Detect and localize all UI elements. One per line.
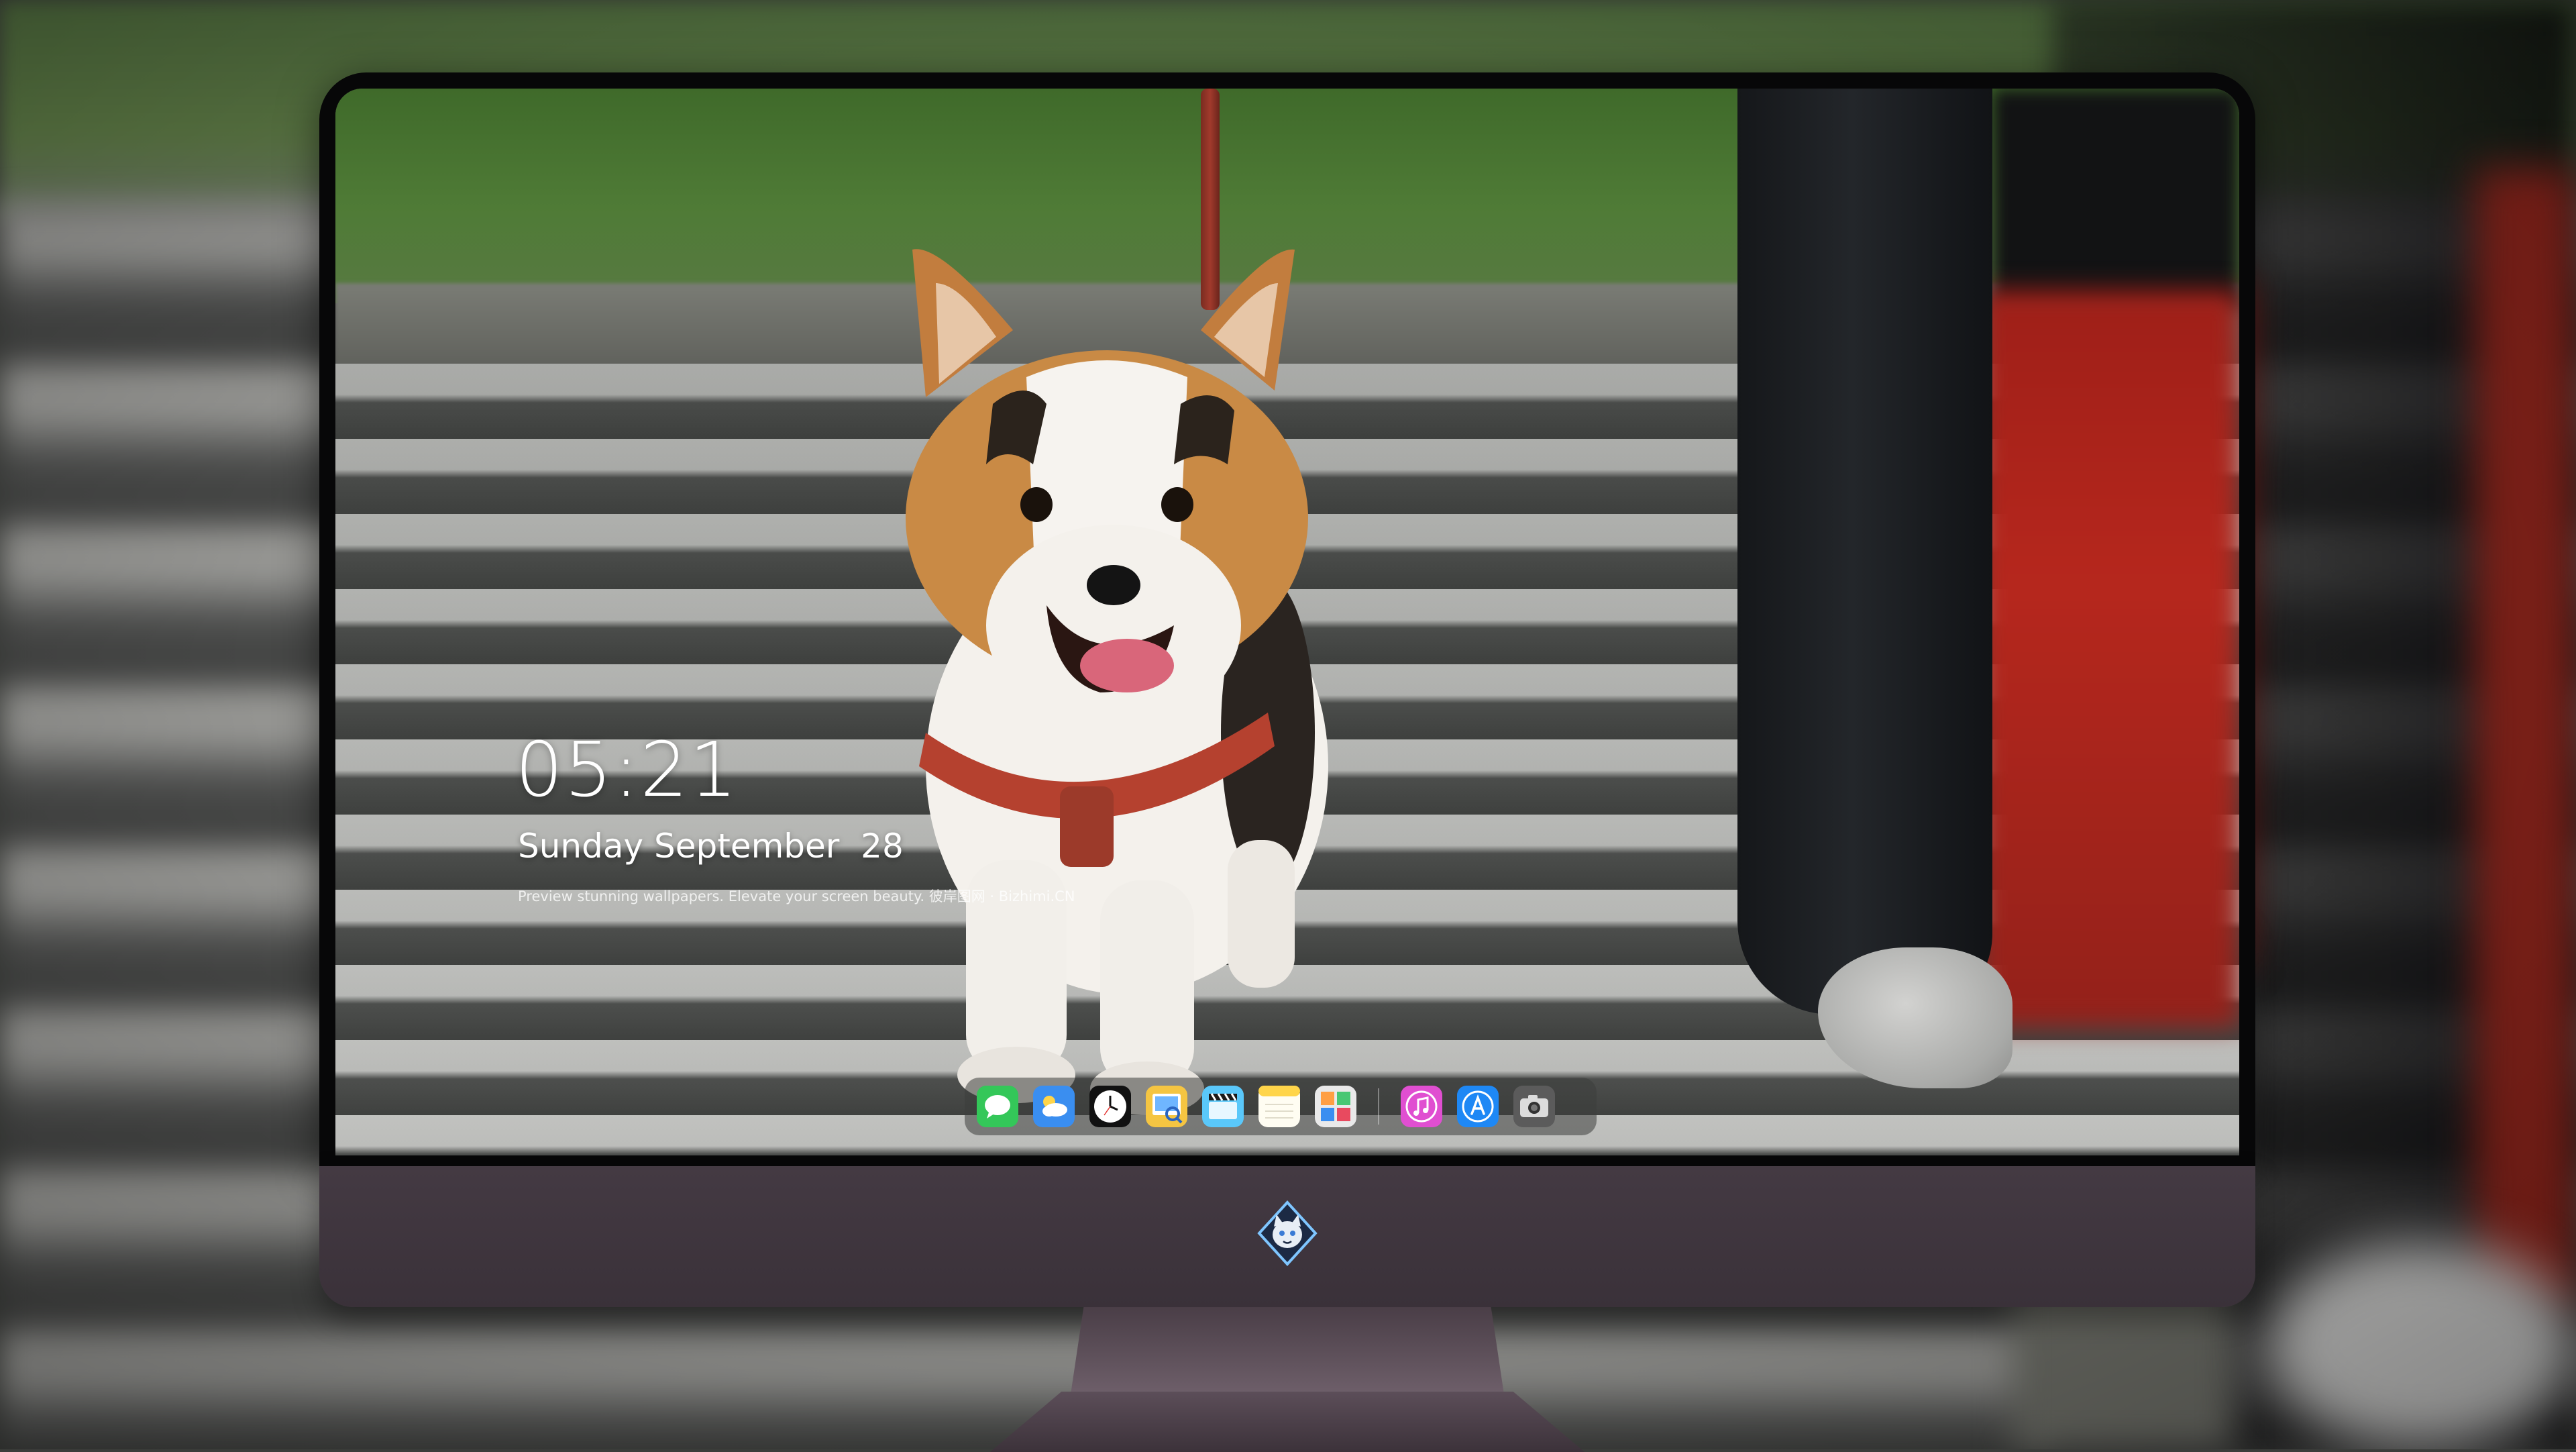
dock-app-photo-booth[interactable]	[1315, 1086, 1356, 1127]
screen: 05:21 Sunday September 28 Preview stunni…	[335, 89, 2239, 1155]
monitor-bezel: 05:21 Sunday September 28 Preview stunni…	[319, 72, 2255, 1166]
dock-divider	[1378, 1088, 1379, 1125]
photo-grid-icon	[1315, 1086, 1356, 1127]
messages-icon	[977, 1086, 1018, 1127]
dock-app-final-cut[interactable]	[1202, 1086, 1244, 1127]
monitor-stand-neck	[1071, 1307, 1504, 1394]
dock-app-app-store[interactable]	[1457, 1086, 1499, 1127]
corgi-dog	[906, 249, 1328, 1115]
dock-app-camera[interactable]	[1513, 1086, 1555, 1127]
weather-icon	[1033, 1086, 1075, 1127]
camera-icon	[1513, 1086, 1555, 1127]
notes-icon	[1258, 1086, 1300, 1127]
dock-app-preview[interactable]	[1146, 1086, 1187, 1127]
monitor: 05:21 Sunday September 28 Preview stunni…	[319, 72, 2255, 1452]
dock-app-clock[interactable]	[1089, 1086, 1131, 1127]
music-icon	[1401, 1086, 1442, 1127]
lockscreen-caption: Preview stunning wallpapers. Elevate you…	[518, 888, 1075, 904]
preview-icon	[1146, 1086, 1187, 1127]
monitor-stand-base	[990, 1392, 1585, 1452]
dock-app-notes[interactable]	[1258, 1086, 1300, 1127]
dock-app-weather[interactable]	[1033, 1086, 1075, 1127]
cat-crest-logo-icon	[1257, 1200, 1318, 1266]
clock-icon	[1089, 1086, 1131, 1127]
lockscreen-time: 05:21	[515, 727, 739, 814]
app-store-icon	[1457, 1086, 1499, 1127]
lockscreen-date: Sunday September 28	[518, 827, 904, 866]
dock-app-messages[interactable]	[977, 1086, 1018, 1127]
clapperboard-icon	[1202, 1086, 1244, 1127]
wallpaper	[335, 89, 2239, 1155]
dock	[965, 1078, 1597, 1135]
dock-app-itunes[interactable]	[1401, 1086, 1442, 1127]
